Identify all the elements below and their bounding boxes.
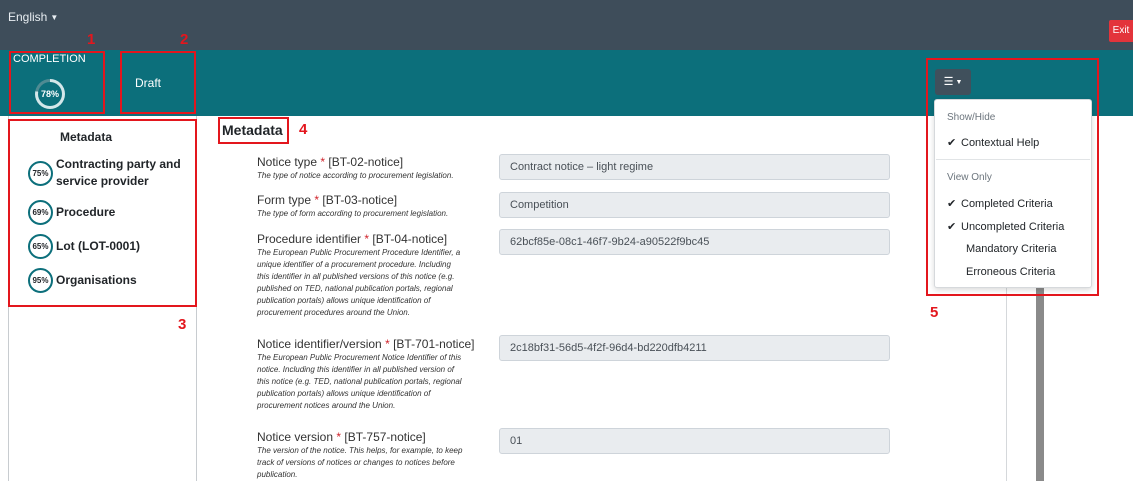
field-description: The version of the notice. This helps, f… [257, 445, 490, 481]
annotation-box-status [120, 51, 196, 114]
desc-line: unique identifier of a procurement proce… [257, 260, 451, 269]
field-label-notice-version: Notice version * [BT-757-notice] [257, 430, 426, 444]
desc-line: this notice (e.g. TED, national publicat… [257, 377, 462, 386]
desc-line: procurement notices around the Union. [257, 401, 396, 410]
annotation-box-menu [926, 58, 1099, 296]
label-code: [BT-701-notice] [393, 337, 475, 351]
desc-line: The type of notice according to procurem… [257, 171, 454, 180]
label-code: [BT-02-notice] [328, 155, 404, 169]
field-label-procedure-identifier: Procedure identifier * [BT-04-notice] [257, 232, 447, 246]
annotation-number-5: 5 [930, 304, 939, 321]
notice-type-field[interactable]: Contract notice – light regime [499, 154, 890, 180]
desc-line: publication portals) allows unique ident… [257, 296, 431, 305]
language-selector[interactable]: English ▼ [8, 10, 58, 24]
desc-line: publication. [257, 470, 298, 479]
field-description: The European Public Procurement Procedur… [257, 247, 490, 319]
annotation-number-1: 1 [87, 31, 96, 48]
desc-line: The type of form according to procuremen… [257, 209, 449, 218]
required-marker: * [385, 337, 390, 351]
desc-line: track of versions of notices or changes … [257, 458, 455, 467]
label-code: [BT-04-notice] [372, 232, 448, 246]
field-label-notice-type: Notice type * [BT-02-notice] [257, 155, 403, 169]
desc-line: notice. Including this identifier in all… [257, 365, 455, 374]
desc-line: The version of the notice. This helps, f… [257, 446, 463, 455]
desc-line: The European Public Procurement Procedur… [257, 248, 461, 257]
annotation-number-2: 2 [180, 31, 189, 48]
procedure-identifier-field[interactable]: 62bcf85e-08c1-46f7-9b24-a90522f9bc45 [499, 229, 890, 255]
exit-button[interactable]: Exit [1109, 20, 1133, 42]
label-text: Procedure identifier [257, 232, 362, 246]
label-text: Notice version [257, 430, 334, 444]
scrollbar[interactable] [1036, 280, 1044, 481]
desc-line: publication portals) allows unique ident… [257, 389, 431, 398]
desc-line: procurement procedures around the Union. [257, 308, 410, 317]
required-marker: * [320, 155, 326, 169]
desc-line: this identifier in all published version… [257, 272, 455, 281]
completion-percent: 78% [40, 89, 59, 99]
annotation-box-sidebar [8, 119, 197, 307]
label-text: Notice type [257, 155, 318, 169]
desc-line: The European Public Procurement Notice I… [257, 353, 462, 362]
form-type-field[interactable]: Competition [499, 192, 890, 218]
label-text: Notice identifier/version [257, 337, 382, 351]
label-code: [BT-03-notice] [322, 193, 398, 207]
required-marker: * [314, 193, 320, 207]
caret-down-icon: ▼ [50, 13, 59, 22]
required-marker: * [364, 232, 370, 246]
desc-line: published on TED, national publication p… [257, 284, 453, 293]
required-marker: * [336, 430, 342, 444]
field-description: The type of notice according to procurem… [257, 170, 490, 182]
annotation-number-4: 4 [299, 121, 308, 138]
top-bar [0, 0, 1133, 50]
language-label: English [8, 10, 48, 24]
annotation-box-title [218, 117, 289, 144]
field-label-form-type: Form type * [BT-03-notice] [257, 193, 397, 207]
field-description: The type of form according to procuremen… [257, 208, 490, 220]
notice-version-field[interactable]: 01 [499, 428, 890, 454]
annotation-number-3: 3 [178, 316, 187, 333]
label-code: [BT-757-notice] [344, 430, 426, 444]
label-text: Form type [257, 193, 312, 207]
notice-identifier-field[interactable]: 2c18bf31-56d5-4f2f-96d4-bd220dfb4211 [499, 335, 890, 361]
field-label-notice-identifier: Notice identifier/version * [BT-701-noti… [257, 337, 474, 351]
field-description: The European Public Procurement Notice I… [257, 352, 490, 412]
